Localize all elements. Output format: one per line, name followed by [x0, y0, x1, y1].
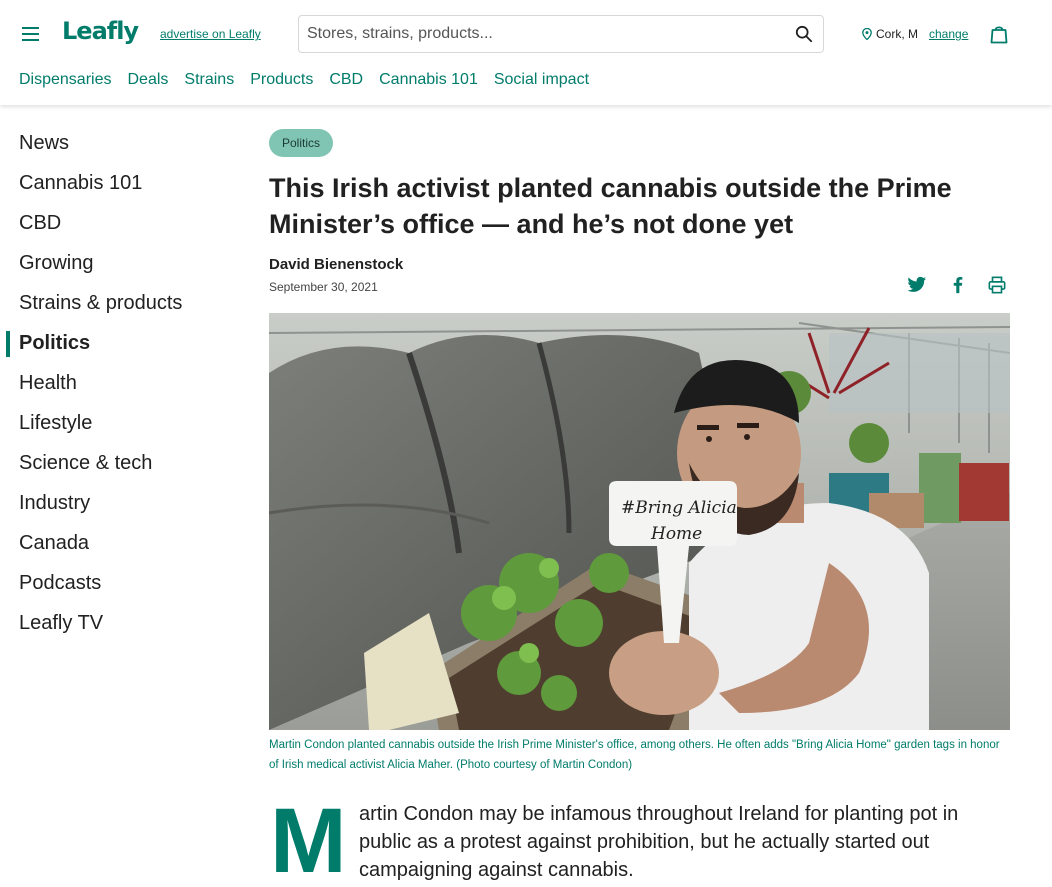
- main-nav: Dispensaries Deals Strains Products CBD …: [19, 71, 605, 89]
- nav-deals[interactable]: Deals: [127, 71, 168, 89]
- sidebar-item-news[interactable]: News: [0, 125, 240, 165]
- nav-cbd[interactable]: CBD: [329, 71, 363, 89]
- sidebar-item-politics[interactable]: Politics: [0, 325, 240, 365]
- news-sidebar: News Cannabis 101 CBD Growing Strains & …: [0, 125, 240, 645]
- nav-social-impact[interactable]: Social impact: [494, 71, 589, 89]
- nav-dispensaries[interactable]: Dispensaries: [19, 71, 111, 89]
- sidebar-item-industry[interactable]: Industry: [0, 485, 240, 525]
- sidebar-item-growing[interactable]: Growing: [0, 245, 240, 285]
- article-title: This Irish activist planted cannabis out…: [269, 173, 952, 239]
- photo-caption: Martin Condon planted cannabis outside t…: [269, 739, 1000, 771]
- nav-products[interactable]: Products: [250, 71, 313, 89]
- publish-date: September 30, 2021: [269, 280, 378, 294]
- sidebar-item-science-tech[interactable]: Science & tech: [0, 445, 240, 485]
- sidebar-item-leafly-tv[interactable]: Leafly TV: [0, 605, 240, 645]
- location-pin-icon: [862, 28, 872, 40]
- sidebar-item-cannabis-101[interactable]: Cannabis 101: [0, 165, 240, 205]
- sidebar-item-canada[interactable]: Canada: [0, 525, 240, 565]
- shopping-bag-icon[interactable]: [990, 24, 1008, 44]
- sidebar-item-health[interactable]: Health: [0, 365, 240, 405]
- author-name[interactable]: David Bienenstock: [269, 256, 403, 273]
- leafly-logo[interactable]: Leafly: [62, 17, 139, 45]
- nav-strains[interactable]: Strains: [184, 71, 234, 89]
- print-icon[interactable]: [987, 276, 1007, 294]
- site-header: Leafly advertise on Leafly Cork, M chang…: [0, 0, 1052, 105]
- article-first-paragraph: artin Condon may be infamous throughout …: [359, 803, 959, 881]
- search-bar: [298, 15, 824, 53]
- location-display: Cork, M: [862, 27, 918, 41]
- sidebar-item-cbd[interactable]: CBD: [0, 205, 240, 245]
- sidebar-item-lifestyle[interactable]: Lifestyle: [0, 405, 240, 445]
- sidebar-item-strains-products[interactable]: Strains & products: [0, 285, 240, 325]
- menu-icon[interactable]: [22, 27, 39, 41]
- location-text: Cork, M: [876, 27, 918, 41]
- article-hero-photo: #Bring Alicia Home: [269, 313, 1010, 730]
- search-input[interactable]: [307, 16, 777, 52]
- sign-text-line-1: #Bring Alicia: [621, 498, 737, 518]
- nav-cannabis-101[interactable]: Cannabis 101: [379, 71, 478, 89]
- hero-photo-illustration: #Bring Alicia Home: [269, 313, 1010, 730]
- facebook-icon[interactable]: [948, 276, 968, 294]
- category-tag[interactable]: Politics: [269, 129, 334, 157]
- drop-cap: M: [270, 790, 347, 887]
- sidebar-item-podcasts[interactable]: Podcasts: [0, 565, 240, 605]
- twitter-icon[interactable]: [907, 276, 927, 294]
- advertise-link[interactable]: advertise on Leafly: [160, 27, 261, 41]
- change-location-link[interactable]: change: [929, 27, 968, 41]
- sign-text-line-2: Home: [650, 524, 702, 544]
- search-icon[interactable]: [795, 25, 813, 43]
